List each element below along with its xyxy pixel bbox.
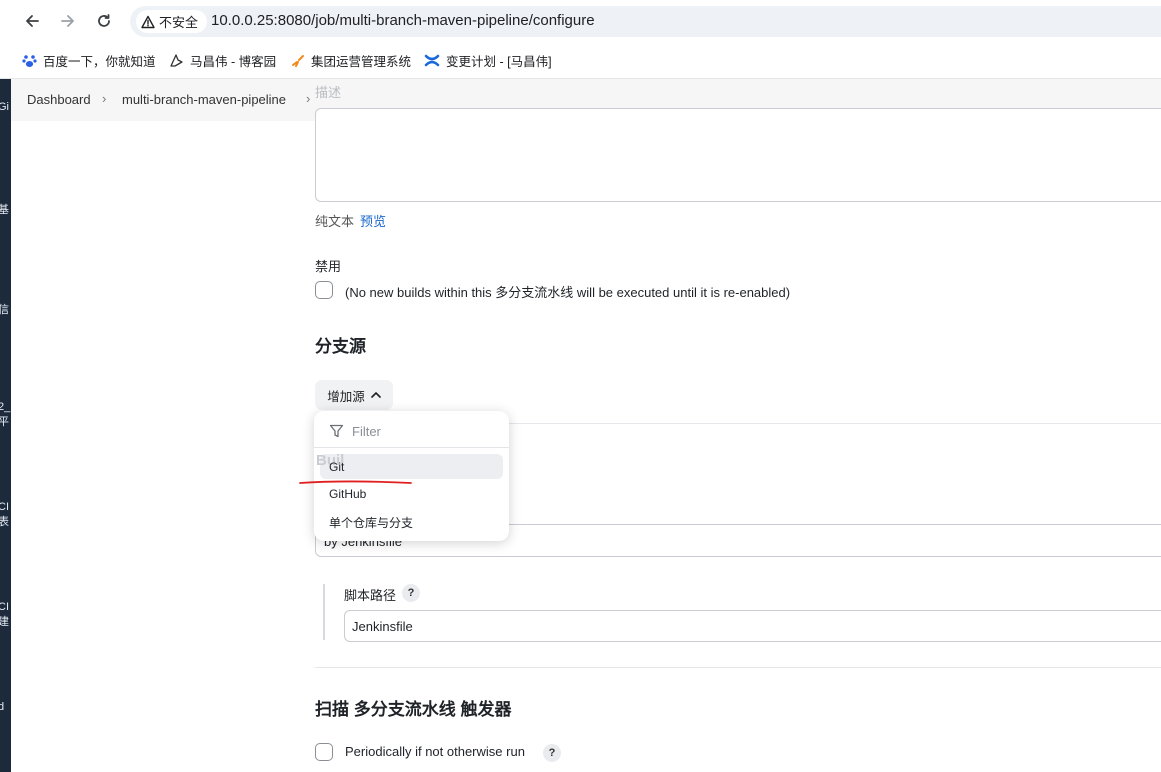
arrow-left-icon [26, 15, 39, 27]
menu-item-git[interactable]: Git [329, 460, 344, 474]
bookmark-label: 集团运营管理系统 [311, 54, 412, 69]
periodic-checkbox[interactable] [315, 743, 333, 761]
desktop-edge-text: 信 [0, 304, 9, 316]
menu-item-single-repo[interactable]: 单个仓库与分支 [329, 514, 413, 531]
bookmark-group-ops[interactable]: 集团运营管理系统 [290, 50, 411, 70]
section-divider [315, 667, 1161, 668]
chevron-right-icon[interactable]: › [306, 91, 310, 106]
breadcrumb-dashboard[interactable]: Dashboard [27, 92, 91, 107]
periodic-label: Periodically if not otherwise run [345, 744, 525, 759]
bookmark-change-plan[interactable]: 变更计划 - [马昌伟] [424, 50, 552, 70]
dropdown-divider [314, 447, 509, 448]
breadcrumb-job[interactable]: multi-branch-maven-pipeline [122, 92, 286, 107]
desktop-edge-text: Gi [0, 101, 9, 113]
forward-button[interactable] [55, 8, 81, 34]
desktop-edge-text: CI建 [0, 601, 9, 628]
script-path-input[interactable] [344, 610, 1161, 642]
chevron-up-icon [370, 392, 381, 398]
menu-item-github[interactable]: GitHub [329, 487, 366, 501]
orange-sparkle-icon [292, 54, 304, 67]
warning-triangle-icon [141, 15, 155, 28]
script-path-value: Jenkinsfile [352, 619, 413, 634]
bookmark-baidu[interactable]: 百度一下，你就知道 [22, 50, 156, 70]
reload-icon [98, 14, 110, 27]
preview-link[interactable]: 预览 [360, 211, 386, 230]
bookmark-label: 马昌伟 - 博客园 [190, 54, 277, 69]
disable-label: 禁用 [315, 259, 342, 274]
arrow-right-icon [61, 15, 74, 27]
scan-triggers-heading: 扫描 多分支流水线 触发器 [315, 700, 512, 719]
script-path-help-icon[interactable]: ? [402, 584, 420, 602]
desktop-edge: Gi 基 信 2_平 CI表 CI建 d [0, 79, 11, 772]
chevron-right-icon: › [102, 91, 107, 106]
bookmark-cnblogs[interactable]: 马昌伟 - 博客园 [169, 50, 276, 70]
menu-item-highlight [320, 454, 503, 479]
red-underline-annotation [299, 480, 412, 484]
nested-indent-line [323, 584, 325, 640]
security-indicator[interactable]: 不安全 [136, 10, 208, 33]
add-source-label: 增加源 [327, 389, 365, 404]
script-path-label: 脚本路径 [344, 588, 397, 603]
description-label: 描述 [315, 85, 342, 100]
filter-placeholder: Filter [352, 423, 381, 439]
url-text[interactable]: 10.0.0.25:8080/job/multi-branch-maven-pi… [211, 12, 595, 29]
add-source-button[interactable]: 增加源 [315, 380, 393, 410]
disable-checkbox-text: (No new builds within this 多分支流水线 will b… [345, 285, 791, 300]
desktop-edge-text: 基 [0, 204, 9, 216]
bookmark-label: 变更计划 - [马昌伟] [446, 54, 552, 69]
confluence-x-icon [424, 54, 440, 66]
cnblogs-icon [170, 53, 183, 67]
desktop-edge-text: 2_平 [0, 401, 11, 428]
dropdown-filter[interactable]: Filter [314, 416, 509, 446]
filter-icon [329, 424, 344, 438]
disable-checkbox[interactable] [315, 281, 333, 299]
description-textarea[interactable] [315, 108, 1161, 202]
security-label: 不安全 [159, 15, 199, 30]
bookmark-label: 百度一下，你就知道 [43, 54, 156, 69]
periodic-help-icon[interactable]: ? [543, 744, 561, 762]
baidu-paw-icon [22, 54, 37, 67]
plain-text-label: 纯文本 [315, 214, 355, 229]
desktop-edge-text: CI表 [0, 501, 9, 528]
desktop-edge-text: d [0, 701, 5, 713]
reload-button[interactable] [91, 8, 117, 34]
back-button[interactable] [19, 8, 45, 34]
branch-sources-heading: 分支源 [315, 337, 366, 356]
